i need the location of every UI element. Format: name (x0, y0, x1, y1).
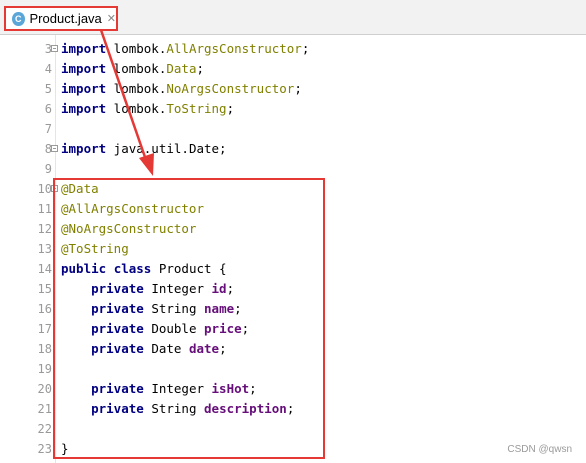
annotation-arrow (99, 29, 154, 176)
arrow-head (139, 153, 154, 176)
arrow-shaft (99, 29, 148, 161)
watermark: CSDN @qwsn (507, 444, 572, 455)
